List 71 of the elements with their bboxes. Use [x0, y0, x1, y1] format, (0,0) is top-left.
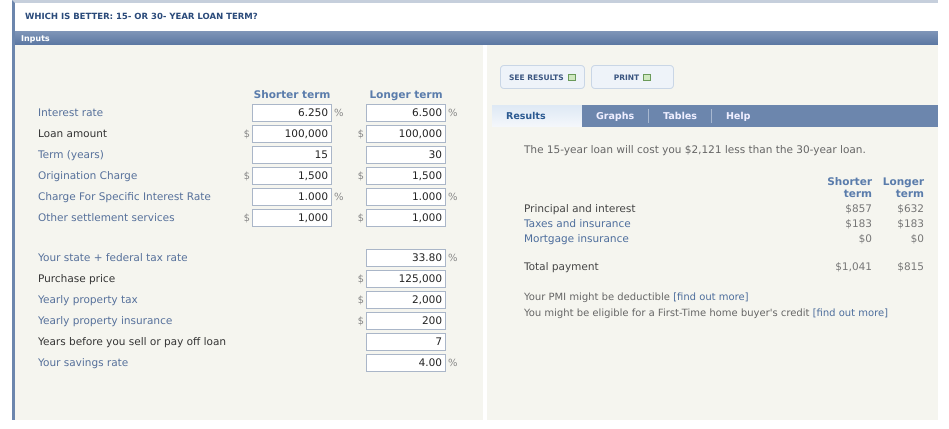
find-out-more-link[interactable]: [find out more]	[673, 292, 749, 303]
currency-sign: $	[356, 316, 365, 326]
percent-sign: %	[447, 108, 459, 118]
result-value: $183	[896, 218, 924, 230]
note-text: Your PMI might be deductible [find out more]	[524, 291, 750, 305]
number-field[interactable]: 15	[252, 146, 332, 164]
number-field[interactable]: 1,000	[252, 209, 332, 227]
currency-sign: $	[356, 294, 365, 306]
number-field[interactable]: 1,000	[366, 209, 446, 227]
result-label-link[interactable]: Taxes and insurance	[524, 218, 804, 230]
number-field[interactable]: 200	[366, 312, 446, 330]
note-text: You might be eligible for a First-Time home buyer's credit [find out more]	[524, 307, 890, 321]
field-label-link[interactable]: Interest rate	[38, 107, 238, 119]
result-value: $632	[896, 203, 924, 215]
percent-sign: %	[447, 358, 459, 368]
field-label: Years before you sell or pay off loan	[38, 336, 228, 348]
number-field[interactable]: 4.00	[366, 354, 446, 372]
result-label: Total payment	[524, 261, 600, 273]
number-field[interactable]: 33.80	[366, 249, 446, 267]
field-label-link[interactable]: Term (years)	[38, 149, 238, 161]
result-value: $0	[910, 233, 924, 245]
tab[interactable]: Results	[492, 105, 582, 127]
field-label-link[interactable]: Origination Charge	[38, 170, 238, 182]
find-out-more-link[interactable]: [find out more]	[812, 308, 888, 319]
currency-sign: $	[356, 274, 365, 284]
field-label-link[interactable]: Your state + federal tax rate	[38, 252, 238, 264]
result-label: Principal and interest	[524, 203, 636, 215]
currency-sign: $	[356, 170, 365, 182]
number-field[interactable]: 125,000	[366, 270, 446, 288]
field-label: Purchase price	[38, 273, 116, 285]
number-field[interactable]: 100,000	[252, 125, 332, 143]
column-header: Longer term	[368, 89, 444, 101]
result-value: $857	[844, 203, 872, 215]
number-field[interactable]: 100,000	[366, 125, 446, 143]
field-label-link[interactable]: Yearly property insurance	[38, 315, 238, 327]
number-field[interactable]: 1,500	[252, 167, 332, 185]
number-field[interactable]: 2,000	[366, 291, 446, 309]
number-field[interactable]: 1.000	[366, 188, 446, 206]
number-field[interactable]: 6.250	[252, 104, 332, 122]
result-value: $815	[896, 261, 924, 273]
percent-sign: %	[333, 108, 345, 118]
percent-sign: %	[447, 192, 459, 202]
percent-sign: %	[447, 252, 459, 264]
section-header: Inputs	[21, 34, 50, 42]
currency-sign: $	[356, 128, 365, 140]
percent-sign: %	[333, 192, 345, 202]
result-value: $183	[844, 218, 872, 230]
number-field[interactable]: 6.500	[366, 104, 446, 122]
number-field[interactable]: 1.000	[252, 188, 332, 206]
number-field[interactable]: 7	[366, 333, 446, 351]
page-title: WHICH IS BETTER: 15- OR 30- YEAR LOAN TERM?	[25, 12, 258, 22]
result-value: $0	[858, 233, 872, 245]
currency-sign: $	[356, 212, 365, 224]
currency-sign: $	[242, 212, 251, 224]
field-label-link[interactable]: Charge For Specific Interest Rate	[38, 191, 238, 203]
field-label-link[interactable]: Yearly property tax	[38, 294, 238, 306]
column-header: Shorter term	[826, 176, 872, 200]
column-header: Longer term	[882, 176, 924, 200]
field-label: Loan amount	[38, 128, 108, 140]
currency-sign: $	[242, 128, 251, 140]
field-label-link[interactable]: Your savings rate	[38, 357, 238, 369]
number-field[interactable]: 1,500	[366, 167, 446, 185]
column-header: Shorter term	[252, 89, 332, 101]
result-label-link[interactable]: Mortgage insurance	[524, 233, 804, 245]
number-field[interactable]: 30	[366, 146, 446, 164]
currency-sign: $	[242, 170, 251, 182]
field-label-link[interactable]: Other settlement services	[38, 212, 238, 224]
result-value: $1,041	[834, 261, 872, 273]
summary-text: The 15-year loan will cost you $2,121 less than the 30-year loan.	[524, 144, 866, 156]
document-icon	[643, 74, 652, 80]
document-icon	[568, 74, 576, 80]
